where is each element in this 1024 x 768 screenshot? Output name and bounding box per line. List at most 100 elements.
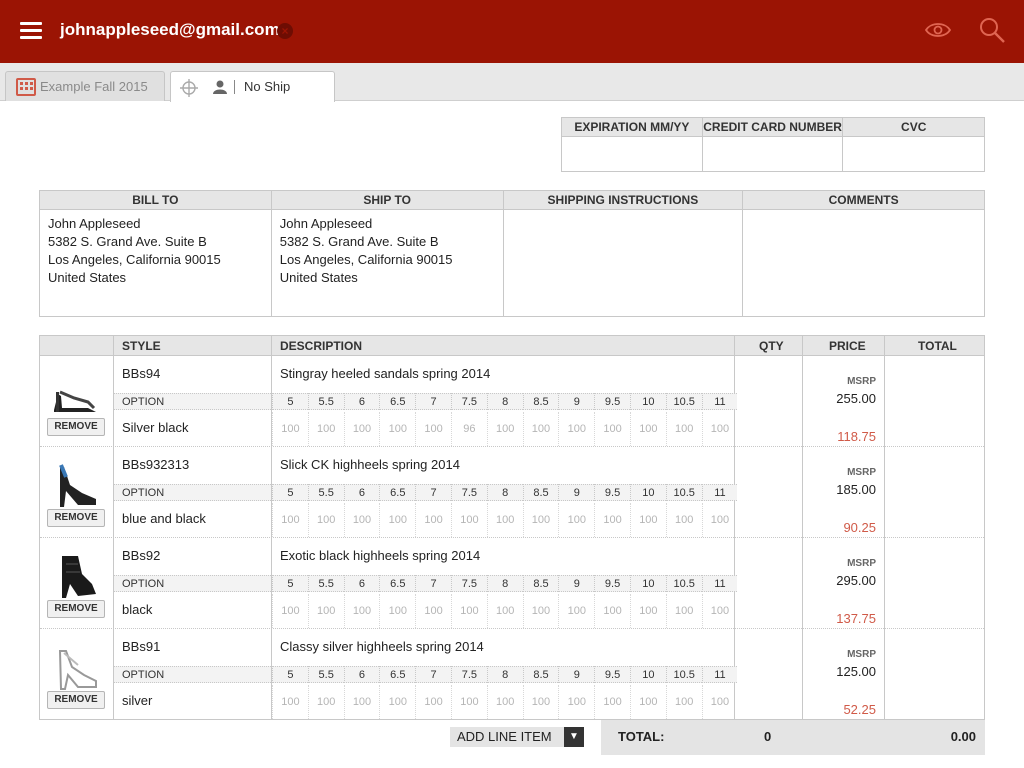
bill-to-line: United States: [48, 270, 127, 285]
size-label: 10.5: [665, 575, 702, 592]
qty-input[interactable]: 100: [379, 503, 415, 537]
size-label: 7: [415, 393, 451, 410]
msrp-label: MSRP: [847, 376, 876, 387]
qty-input[interactable]: 100: [701, 412, 738, 446]
qty-input[interactable]: 100: [343, 503, 380, 537]
qty-input[interactable]: 100: [629, 412, 666, 446]
qty-input[interactable]: 100: [379, 685, 415, 719]
size-label: 6: [343, 484, 380, 501]
qty-input[interactable]: 100: [701, 594, 738, 628]
qty-input[interactable]: 100: [558, 594, 594, 628]
ship-to-line: 5382 S. Grand Ave. Suite B: [279, 234, 439, 249]
qty-input[interactable]: 100: [701, 503, 738, 537]
qty-input[interactable]: 100: [450, 685, 487, 719]
tab-customer-label: No Ship: [244, 79, 291, 94]
size-label: 9: [558, 575, 595, 592]
qty-input[interactable]: 100: [343, 412, 380, 446]
qty-input[interactable]: 100: [522, 594, 559, 628]
size-label: 6.5: [379, 666, 416, 683]
crosshair-icon[interactable]: [180, 79, 198, 97]
qty-input[interactable]: 100: [415, 503, 451, 537]
size-label: 9.5: [594, 666, 630, 683]
address-table: BILL TO SHIP TO SHIPPING INSTRUCTIONS CO…: [39, 190, 985, 317]
ship-to-address[interactable]: John Appleseed 5382 S. Grand Ave. Suite …: [270, 209, 504, 317]
person-icon: [213, 80, 227, 94]
qty-input[interactable]: 100: [522, 503, 559, 537]
qty-input[interactable]: 100: [415, 412, 451, 446]
bill-to-address[interactable]: John Appleseed 5382 S. Grand Ave. Suite …: [39, 209, 272, 317]
qty-input[interactable]: 100: [665, 594, 702, 628]
shipping-instructions-header: SHIPPING INSTRUCTIONS: [502, 190, 744, 210]
qty-input[interactable]: 100: [629, 685, 666, 719]
cvc-field[interactable]: [842, 136, 985, 172]
card-number-field[interactable]: [701, 136, 844, 172]
option-color: silver: [122, 693, 153, 708]
qty-input[interactable]: 100: [522, 412, 559, 446]
qty-input[interactable]: 100: [665, 503, 702, 537]
size-label: 6: [343, 393, 380, 410]
qty-input[interactable]: 100: [594, 412, 630, 446]
qty-input[interactable]: 100: [272, 412, 308, 446]
qty-input[interactable]: 100: [379, 594, 415, 628]
add-line-item-label: ADD LINE ITEM: [457, 729, 552, 744]
expiration-field[interactable]: [561, 136, 703, 172]
qty-input[interactable]: 100: [415, 594, 451, 628]
qty-input[interactable]: 100: [665, 685, 702, 719]
size-row: 5 5.5 6 6.5 7 7.5 8 8.5 9 9.5 10 10.5 11: [272, 666, 738, 683]
qty-input[interactable]: 100: [701, 685, 738, 719]
msrp-label: MSRP: [847, 649, 876, 660]
size-row: 5 5.5 6 6.5 7 7.5 8 8.5 9 9.5 10 10.5 11: [272, 484, 738, 501]
eye-icon[interactable]: [925, 19, 951, 41]
add-line-item-button[interactable]: ADD LINE ITEM ▼: [450, 727, 584, 747]
tab-customer[interactable]: No Ship: [170, 71, 335, 102]
item-description: Slick CK highheels spring 2014: [280, 457, 460, 472]
qty-input[interactable]: 100: [486, 503, 523, 537]
qty-input[interactable]: 100: [594, 594, 630, 628]
qty-input[interactable]: 100: [272, 503, 308, 537]
size-label: 8.5: [522, 484, 559, 501]
qty-input[interactable]: 100: [379, 412, 415, 446]
price-value: 52.25: [843, 702, 876, 717]
qty-input[interactable]: 100: [272, 685, 308, 719]
qty-input[interactable]: 100: [415, 685, 451, 719]
qty-input[interactable]: 100: [343, 594, 380, 628]
qty-input[interactable]: 100: [486, 685, 523, 719]
product-image: [48, 554, 104, 600]
qty-input[interactable]: 100: [594, 685, 630, 719]
qty-input[interactable]: 100: [629, 594, 666, 628]
qty-input[interactable]: 100: [307, 503, 344, 537]
qty-input[interactable]: 100: [522, 685, 559, 719]
order-item-row: REMOVE BBs92 Exotic black highheels spring…: [40, 538, 984, 629]
comments-field[interactable]: [742, 209, 985, 317]
price-value: 137.75: [836, 611, 876, 626]
qty-input[interactable]: 100: [594, 503, 630, 537]
qty-input[interactable]: 100: [665, 412, 702, 446]
tab-catalog[interactable]: Example Fall 2015: [5, 71, 165, 101]
size-label: 8.5: [522, 575, 559, 592]
dropdown-arrow-icon[interactable]: ▼: [564, 727, 584, 747]
remove-button[interactable]: REMOVE: [47, 600, 105, 618]
qty-input[interactable]: 100: [450, 594, 487, 628]
hamburger-menu-icon[interactable]: [20, 22, 42, 40]
qty-input[interactable]: 100: [558, 685, 594, 719]
size-label: 10.5: [665, 666, 702, 683]
qty-input[interactable]: 100: [486, 594, 523, 628]
qty-input[interactable]: 100: [307, 412, 344, 446]
qty-input[interactable]: 100: [629, 503, 666, 537]
x-circle-icon[interactable]: ×: [277, 23, 293, 39]
qty-input[interactable]: 100: [450, 503, 487, 537]
shipping-instructions-field[interactable]: [502, 209, 744, 317]
qty-input[interactable]: 100: [307, 594, 344, 628]
remove-button[interactable]: REMOVE: [47, 418, 105, 436]
qty-input[interactable]: 100: [307, 685, 344, 719]
qty-input[interactable]: 100: [558, 503, 594, 537]
remove-button[interactable]: REMOVE: [47, 509, 105, 527]
qty-input[interactable]: 96: [450, 412, 487, 446]
qty-input[interactable]: 100: [558, 412, 594, 446]
option-color: blue and black: [122, 511, 206, 526]
qty-input[interactable]: 100: [272, 594, 308, 628]
qty-input[interactable]: 100: [343, 685, 380, 719]
qty-input[interactable]: 100: [486, 412, 523, 446]
remove-button[interactable]: REMOVE: [47, 691, 105, 709]
search-icon[interactable]: [978, 16, 1006, 44]
